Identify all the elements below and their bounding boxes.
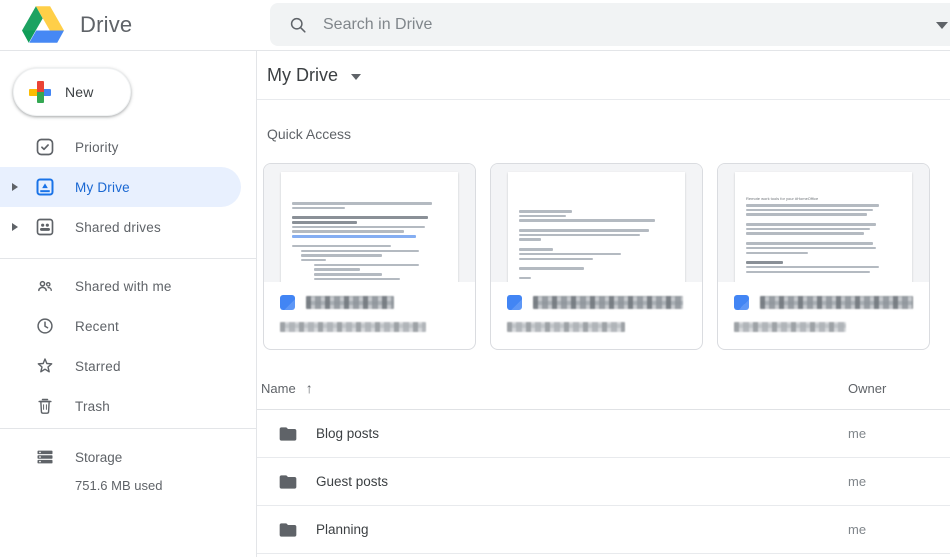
file-list-header: Name ↑ Owner <box>257 350 950 410</box>
quick-access-label: Quick Access <box>267 126 950 142</box>
main-content: My Drive Quick Access <box>257 51 950 557</box>
search-input[interactable]: Search in Drive <box>270 3 950 46</box>
sidebar-nav-secondary: Shared with me Recent <box>0 266 256 426</box>
owner-cell: me <box>848 474 866 489</box>
sidebar-item-shared-with-me[interactable]: Shared with me <box>0 266 241 306</box>
sidebar-nav-primary: Priority My Drive <box>0 127 256 247</box>
quick-access-card[interactable] <box>490 163 703 350</box>
document-thumbnail <box>491 164 702 282</box>
folder-icon <box>278 424 298 444</box>
card-footer <box>264 282 475 332</box>
sidebar-item-label: Trash <box>75 399 110 414</box>
google-docs-icon <box>507 295 522 310</box>
owner-cell: me <box>848 426 866 441</box>
document-thumbnail <box>264 164 475 282</box>
folder-icon <box>278 520 298 540</box>
my-drive-dropdown-caret-icon[interactable] <box>351 74 361 80</box>
folder-icon <box>278 472 298 492</box>
top-bar: Drive Search in Drive <box>0 0 950 51</box>
sidebar-item-priority[interactable]: Priority <box>0 127 241 167</box>
quick-access-card[interactable] <box>263 163 476 350</box>
table-row[interactable]: Planning me <box>257 506 950 554</box>
owner-cell: me <box>848 522 866 537</box>
trash-icon <box>35 396 55 416</box>
new-plus-icon <box>29 81 51 103</box>
redacted-doc-subtitle <box>507 322 625 332</box>
shared-with-me-icon <box>35 276 55 296</box>
storage-label: Storage <box>75 450 122 465</box>
google-docs-icon <box>734 295 749 310</box>
redacted-doc-title <box>533 296 683 309</box>
sidebar-item-label: Starred <box>75 359 121 374</box>
sidebar-item-my-drive[interactable]: My Drive <box>0 167 241 207</box>
redacted-doc-title <box>760 296 913 309</box>
app-title: Drive <box>80 12 132 38</box>
sidebar-item-label: Recent <box>75 319 119 334</box>
new-button[interactable]: New <box>13 68 131 116</box>
search-options-caret-icon[interactable] <box>936 22 948 29</box>
folder-name: Blog posts <box>316 426 379 441</box>
drive-logo-icon <box>22 6 64 43</box>
table-row[interactable]: Guest posts me <box>257 458 950 506</box>
sidebar: New Priority <box>0 51 257 557</box>
redacted-doc-subtitle <box>734 322 846 332</box>
card-footer <box>491 282 702 332</box>
storage-icon <box>35 447 55 467</box>
quick-access-cards: Remote work tools for your #HomeOffice <box>263 163 950 350</box>
sidebar-item-trash[interactable]: Trash <box>0 386 241 426</box>
new-button-label: New <box>65 84 94 100</box>
table-row[interactable]: Blog posts me <box>257 410 950 458</box>
expand-arrow-icon[interactable] <box>12 223 18 231</box>
sidebar-divider <box>0 428 256 429</box>
folder-name: Planning <box>316 522 369 537</box>
sidebar-item-label: Shared drives <box>75 220 161 235</box>
owner-column-header: Owner <box>848 381 886 396</box>
search-icon <box>288 15 308 35</box>
folder-name: Guest posts <box>316 474 388 489</box>
sidebar-divider <box>0 258 256 259</box>
redacted-doc-title <box>306 296 394 309</box>
star-icon <box>35 356 55 376</box>
quick-access-card[interactable]: Remote work tools for your #HomeOffice <box>717 163 930 350</box>
main-header: My Drive <box>257 51 950 100</box>
expand-arrow-icon[interactable] <box>12 183 18 191</box>
drive-logo-area[interactable]: Drive <box>22 6 132 43</box>
document-thumbnail: Remote work tools for your #HomeOffice <box>718 164 929 282</box>
priority-icon <box>35 137 55 157</box>
google-drive-app: Drive Search in Drive New <box>0 0 950 557</box>
sidebar-item-label: Priority <box>75 140 119 155</box>
storage-section[interactable]: Storage 751.6 MB used <box>0 447 256 493</box>
card-footer <box>718 282 929 332</box>
shared-drives-icon <box>35 217 55 237</box>
sidebar-item-label: Shared with me <box>75 279 172 294</box>
recent-clock-icon <box>35 316 55 336</box>
sidebar-item-label: My Drive <box>75 180 130 195</box>
sidebar-item-shared-drives[interactable]: Shared drives <box>0 207 241 247</box>
redacted-doc-subtitle <box>280 322 426 332</box>
google-docs-icon <box>280 295 295 310</box>
sidebar-item-recent[interactable]: Recent <box>0 306 241 346</box>
storage-used-text: 751.6 MB used <box>75 478 256 493</box>
search-placeholder: Search in Drive <box>323 16 432 34</box>
page-title: My Drive <box>267 65 338 86</box>
sidebar-item-starred[interactable]: Starred <box>0 346 241 386</box>
my-drive-icon <box>35 177 55 197</box>
name-column-header[interactable]: Name <box>261 381 296 396</box>
sort-ascending-icon[interactable]: ↑ <box>306 380 313 396</box>
